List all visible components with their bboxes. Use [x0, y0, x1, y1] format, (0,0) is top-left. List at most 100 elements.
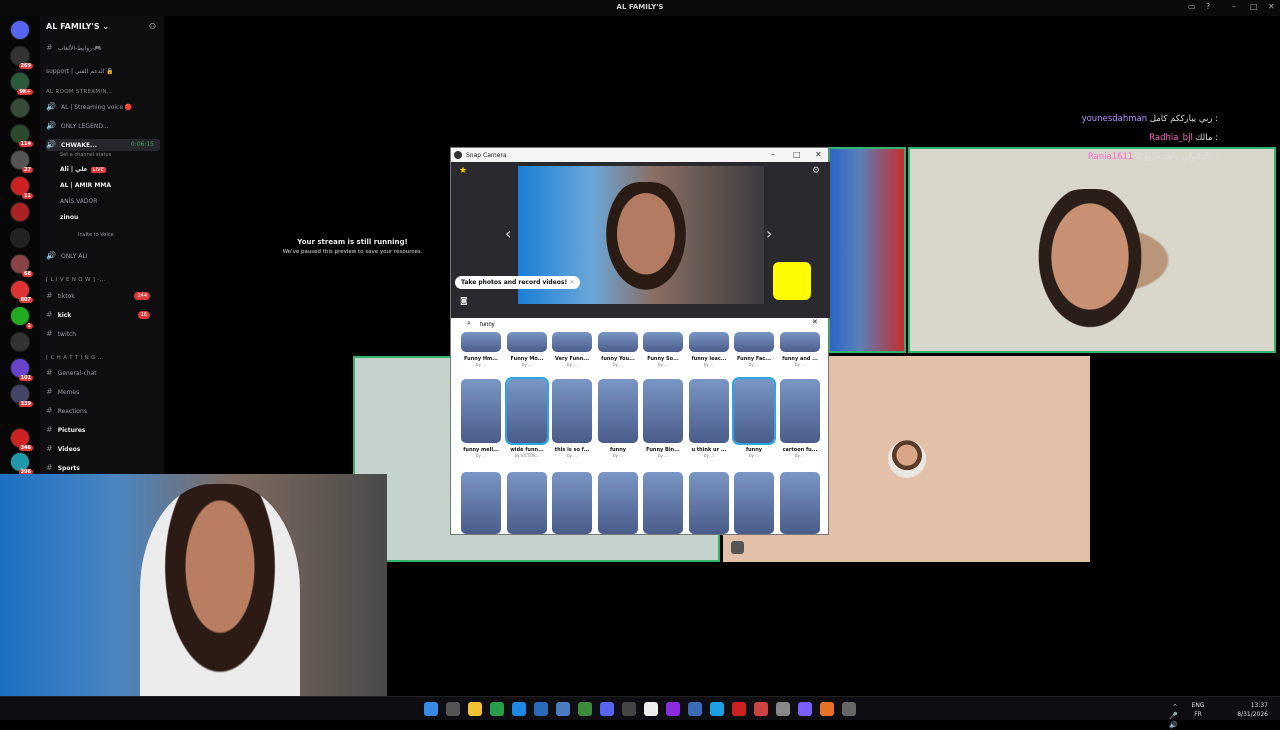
- lens-item[interactable]: wide funn... by VICTOR...: [505, 377, 549, 459]
- stream-tile[interactable]: [908, 147, 1276, 353]
- lens-item[interactable]: funny by ...: [598, 379, 638, 459]
- taskbar-app-icon[interactable]: [556, 702, 570, 716]
- member-item[interactable]: zinou: [60, 212, 160, 224]
- lens-item[interactable]: funny and ... by ...: [780, 332, 820, 368]
- tile-settings-icon[interactable]: [731, 541, 744, 554]
- taskbar-app-icon[interactable]: [490, 702, 504, 716]
- channel-item[interactable]: # kick 16: [46, 309, 160, 321]
- lens-item[interactable]: funny mell... by ...: [461, 379, 501, 459]
- server-icon[interactable]: [10, 202, 30, 222]
- server-icon[interactable]: 101: [10, 358, 33, 381]
- search-icon[interactable]: [446, 702, 460, 716]
- channel-item[interactable]: # twitch: [46, 328, 160, 340]
- server-icon[interactable]: 11: [10, 176, 33, 199]
- start-button[interactable]: [424, 702, 438, 716]
- server-icon[interactable]: 27: [10, 150, 33, 173]
- lens-item[interactable]: [643, 472, 683, 534]
- chevron-right-icon[interactable]: ›: [766, 224, 772, 243]
- lens-item[interactable]: cartoon fu... by ...: [780, 379, 820, 459]
- settings-icon[interactable]: ⚙: [812, 166, 820, 176]
- taskbar-app-icon[interactable]: [622, 702, 636, 716]
- taskbar-app-icon[interactable]: [820, 702, 834, 716]
- category-voice[interactable]: AL ROOM STREAMIN...: [46, 86, 160, 98]
- channel-item[interactable]: # Memes: [46, 386, 160, 398]
- help-icon[interactable]: ?: [1206, 2, 1210, 11]
- lens-item[interactable]: [689, 472, 729, 534]
- category-live-now[interactable]: [ L I V E N O W ] -...: [46, 274, 160, 286]
- taskbar-app-icon[interactable]: [710, 702, 724, 716]
- camera-icon[interactable]: ◙: [460, 296, 468, 305]
- server-icon[interactable]: 9K+: [10, 72, 33, 95]
- server-header[interactable]: AL FAMILY'S ⌄ ⚇: [46, 22, 160, 36]
- member-item[interactable]: Ali | علي LIVE: [60, 164, 160, 176]
- browser-icon[interactable]: [512, 702, 526, 716]
- snap-camera-taskbar-icon[interactable]: [842, 702, 856, 716]
- channel-item[interactable]: # General-chat: [46, 367, 160, 379]
- taskbar-app-icon[interactable]: [798, 702, 812, 716]
- server-icon[interactable]: [10, 228, 30, 248]
- server-icon[interactable]: 269: [10, 46, 33, 69]
- lens-item[interactable]: Funny Fac... by ...: [734, 332, 774, 368]
- channel-item[interactable]: # tiktok 244: [46, 290, 160, 302]
- maximize-button[interactable]: □: [793, 150, 801, 159]
- lens-item[interactable]: u think ur ... by ...: [689, 379, 729, 459]
- invite-to-voice[interactable]: Invite to Voice: [78, 229, 160, 241]
- taskbar-app-icon[interactable]: [732, 702, 746, 716]
- voice-channel[interactable]: 🔊 ONLY ALI: [46, 250, 160, 262]
- server-icon[interactable]: 339: [10, 384, 33, 407]
- clock[interactable]: 13:37 8/31/2026: [1218, 701, 1268, 719]
- channel-item[interactable]: # Pictures: [46, 424, 160, 436]
- lens-item[interactable]: Very Funn... by ...: [552, 332, 592, 368]
- stream-tile[interactable]: [828, 147, 906, 353]
- taskbar-app-icon[interactable]: [578, 702, 592, 716]
- channel-item[interactable]: # Reactions: [46, 405, 160, 417]
- lens-item[interactable]: funny You... by ...: [598, 332, 638, 368]
- lens-item[interactable]: funny leac... by ...: [689, 332, 729, 368]
- server-icon[interactable]: 114: [10, 124, 33, 147]
- maximize-button[interactable]: □: [1250, 2, 1258, 11]
- inbox-icon[interactable]: ▭: [1188, 2, 1196, 11]
- server-icon[interactable]: 68: [10, 254, 33, 277]
- server-icon[interactable]: [10, 332, 30, 352]
- member-item[interactable]: AL | AMIR MMA: [60, 180, 160, 192]
- category-chatting[interactable]: [ C H A T T I N G ...: [46, 352, 160, 364]
- server-icon[interactable]: 1: [10, 306, 33, 329]
- lens-item[interactable]: [598, 472, 638, 534]
- voice-channel[interactable]: 🔊 AL | Streaming voice 🔴: [46, 101, 160, 113]
- discord-home-icon[interactable]: [10, 20, 30, 40]
- taskbar-app-icon[interactable]: [688, 702, 702, 716]
- lens-item[interactable]: Funny Hm... by ...: [461, 332, 501, 368]
- star-icon[interactable]: ★: [459, 166, 467, 176]
- close-button[interactable]: ✕: [815, 150, 822, 159]
- lens-item[interactable]: [507, 472, 547, 534]
- channel-item[interactable]: support | الدعم الفني 🔒: [46, 66, 160, 78]
- server-icon[interactable]: 807: [10, 280, 33, 303]
- discord-icon[interactable]: [600, 702, 614, 716]
- server-icon[interactable]: [10, 98, 30, 118]
- tray-icons[interactable]: ⌃ 🎤 🔊: [1169, 703, 1178, 730]
- lens-item[interactable]: Funny Bin... by ...: [643, 379, 683, 459]
- close-icon[interactable]: ✕: [569, 279, 574, 286]
- minimize-button[interactable]: –: [771, 150, 775, 159]
- channel-item[interactable]: # Videos: [46, 443, 160, 455]
- lens-item[interactable]: Funny So... by ...: [643, 332, 683, 368]
- snapcode-icon[interactable]: [773, 262, 811, 300]
- server-icon[interactable]: 396: [10, 452, 33, 475]
- member-item[interactable]: ANİS VADOR: [60, 196, 160, 208]
- channel-item[interactable]: # روابط-الألعاب-🎮: [46, 42, 160, 54]
- lens-item[interactable]: [780, 472, 820, 534]
- taskbar-app-icon[interactable]: [754, 702, 768, 716]
- voice-channel[interactable]: 🔊 ONLY LEGEND...: [46, 120, 160, 132]
- lens-item[interactable]: funny by ...: [732, 377, 776, 459]
- minimize-button[interactable]: –: [1232, 2, 1236, 11]
- language-indicator[interactable]: ENG FR: [1186, 701, 1210, 719]
- channel-status[interactable]: Set a channel status: [60, 149, 160, 161]
- taskbar-app-icon[interactable]: [666, 702, 680, 716]
- close-button[interactable]: ✕: [1268, 2, 1275, 11]
- chrome-icon[interactable]: [644, 702, 658, 716]
- search-input[interactable]: [480, 320, 780, 329]
- folder-icon[interactable]: [468, 702, 482, 716]
- lens-item[interactable]: this is so f... by ...: [552, 379, 592, 459]
- lens-item[interactable]: [552, 472, 592, 534]
- lens-item[interactable]: Funny Mo... by ...: [507, 332, 547, 368]
